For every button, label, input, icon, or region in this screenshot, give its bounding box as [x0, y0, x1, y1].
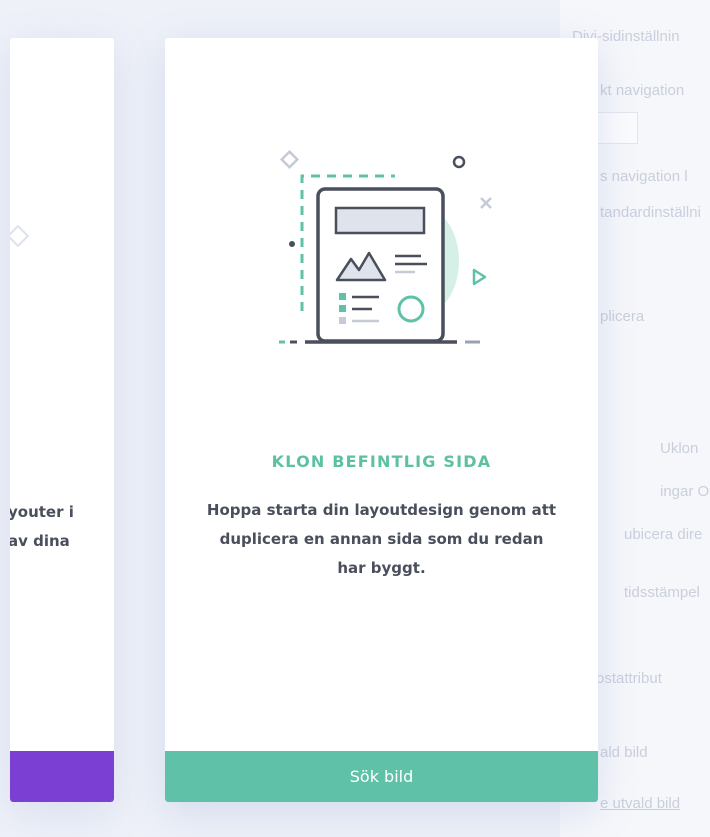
bg-panel-line: kt navigation: [600, 82, 685, 99]
bg-panel-line: plicera: [600, 308, 645, 325]
bg-panel-line: ostattribut: [596, 670, 662, 687]
bg-panel-line: tandardinställni: [600, 204, 701, 221]
bg-panel-line: s navigation l: [600, 168, 688, 185]
bg-panel-line: Uklon: [660, 440, 699, 457]
bg-panel-link: e utvald bild: [600, 795, 681, 812]
diamond-icon: [10, 224, 30, 248]
card-title: KLON BEFINTLIG SIDA: [271, 452, 492, 471]
layout-option-card-left: youter i av dina: [10, 38, 114, 802]
bg-panel-line: ubicera dire: [624, 526, 703, 543]
card-left-action-button[interactable]: [10, 751, 114, 802]
search-image-button[interactable]: Sök bild: [165, 751, 598, 802]
bg-panel-line: tidsstämpel: [624, 584, 700, 601]
bg-panel-line: ald bild: [600, 744, 648, 761]
page-clone-illustration-icon: [279, 149, 492, 344]
bg-panel-line: ingar Off: [660, 483, 710, 500]
clone-existing-page-card: KLON BEFINTLIG SIDA Hoppa starta din lay…: [165, 38, 598, 802]
card-left-description: youter i av dina: [10, 503, 74, 550]
card-description: Hoppa starta din layoutdesign genom att …: [206, 501, 557, 577]
